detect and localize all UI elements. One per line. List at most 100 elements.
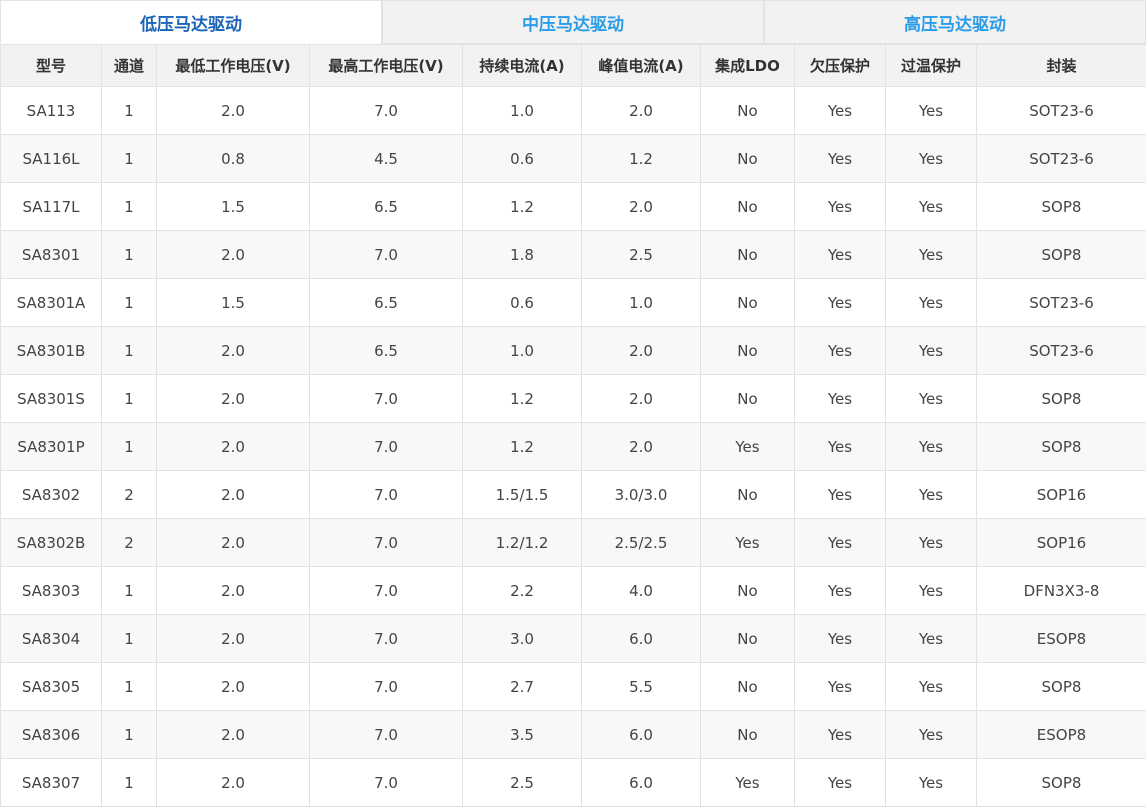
table-header: 型号 通道 最低工作电压(V) 最高工作电压(V) 持续电流(A) 峰值电流(A) 集成LD… bbox=[0, 44, 1146, 87]
table-cell: SA8307 bbox=[0, 758, 102, 807]
table-cell: No bbox=[700, 182, 795, 231]
table-cell: Yes bbox=[700, 758, 795, 807]
table-cell: Yes bbox=[794, 134, 886, 183]
table-cell: 6.5 bbox=[309, 182, 463, 231]
table-cell: 2.7 bbox=[462, 662, 582, 711]
tab-low-voltage-motor-driver[interactable]: 低压马达驱动 bbox=[0, 0, 382, 44]
table-cell: 1 bbox=[101, 182, 157, 231]
table-cell: 2.0 bbox=[156, 470, 310, 519]
table-cell: 2.0 bbox=[581, 182, 701, 231]
table-cell: 7.0 bbox=[309, 374, 463, 423]
table-cell: 2.0 bbox=[156, 326, 310, 375]
table-cell: No bbox=[700, 470, 795, 519]
table-cell: SA116L bbox=[0, 134, 102, 183]
table-cell: 1.2 bbox=[462, 422, 582, 471]
table-cell: 1 bbox=[101, 614, 157, 663]
table-cell: 6.0 bbox=[581, 710, 701, 759]
table-cell: Yes bbox=[885, 710, 977, 759]
table-row: SA113 1 2.0 7.0 1.0 2.0 No Yes Yes SOT23-6 bbox=[0, 86, 1146, 135]
table-cell: 7.0 bbox=[309, 614, 463, 663]
table-cell: SA8301 bbox=[0, 230, 102, 279]
table-cell: 2.5/2.5 bbox=[581, 518, 701, 567]
table-cell: Yes bbox=[794, 278, 886, 327]
table-cell: Yes bbox=[794, 422, 886, 471]
table-cell: 1.2 bbox=[581, 134, 701, 183]
table-cell: 1 bbox=[101, 566, 157, 615]
column-header: 最高工作电压(V) bbox=[309, 44, 463, 87]
table-cell: Yes bbox=[794, 86, 886, 135]
table-cell: 4.5 bbox=[309, 134, 463, 183]
table-cell: SOP16 bbox=[976, 470, 1146, 519]
table-cell: 1.0 bbox=[462, 86, 582, 135]
table-row: SA8304 1 2.0 7.0 3.0 6.0 No Yes Yes ESOP8 bbox=[0, 614, 1146, 663]
table-cell: No bbox=[700, 662, 795, 711]
table-cell: 1 bbox=[101, 374, 157, 423]
table-cell: DFN3X3-8 bbox=[976, 566, 1146, 615]
column-header: 峰值电流(A) bbox=[581, 44, 701, 87]
column-header: 欠压保护 bbox=[794, 44, 886, 87]
table-cell: No bbox=[700, 566, 795, 615]
table-cell: 3.0 bbox=[462, 614, 582, 663]
table-cell: Yes bbox=[794, 758, 886, 807]
table-row: SA8301P 1 2.0 7.0 1.2 2.0 Yes Yes Yes SOP8 bbox=[0, 422, 1146, 471]
table-cell: 7.0 bbox=[309, 230, 463, 279]
table-cell: 6.0 bbox=[581, 614, 701, 663]
table-cell: SA8303 bbox=[0, 566, 102, 615]
table-row: SA8301 1 2.0 7.0 1.8 2.5 No Yes Yes SOP8 bbox=[0, 230, 1146, 279]
table-cell: 2 bbox=[101, 470, 157, 519]
table-cell: 2.0 bbox=[156, 230, 310, 279]
table-cell: 1 bbox=[101, 758, 157, 807]
table-cell: Yes bbox=[794, 230, 886, 279]
table-cell: SOP8 bbox=[976, 662, 1146, 711]
table-cell: 4.0 bbox=[581, 566, 701, 615]
column-header: 型号 bbox=[0, 44, 102, 87]
table-cell: 2.2 bbox=[462, 566, 582, 615]
table-cell: 1.8 bbox=[462, 230, 582, 279]
table-row: SA8301A 1 1.5 6.5 0.6 1.0 No Yes Yes SOT23-6 bbox=[0, 278, 1146, 327]
tab-high-voltage-motor-driver[interactable]: 高压马达驱动 bbox=[764, 0, 1146, 44]
column-header: 集成LDO bbox=[700, 44, 795, 87]
table-cell: 1 bbox=[101, 662, 157, 711]
table-cell: No bbox=[700, 710, 795, 759]
table-cell: Yes bbox=[885, 374, 977, 423]
product-table: 型号 通道 最低工作电压(V) 最高工作电压(V) 持续电流(A) 峰值电流(A) 集成LD… bbox=[0, 44, 1146, 807]
column-header: 过温保护 bbox=[885, 44, 977, 87]
table-cell: SA8302B bbox=[0, 518, 102, 567]
table-cell: 7.0 bbox=[309, 758, 463, 807]
table-cell: 1 bbox=[101, 134, 157, 183]
table-cell: Yes bbox=[794, 662, 886, 711]
table-cell: 2.0 bbox=[156, 518, 310, 567]
table-cell: Yes bbox=[885, 86, 977, 135]
table-cell: No bbox=[700, 374, 795, 423]
table-cell: Yes bbox=[794, 182, 886, 231]
table-cell: 2.0 bbox=[156, 758, 310, 807]
table-cell: 1 bbox=[101, 326, 157, 375]
table-cell: SA8306 bbox=[0, 710, 102, 759]
table-cell: 7.0 bbox=[309, 566, 463, 615]
table-cell: SA8302 bbox=[0, 470, 102, 519]
table-cell: 7.0 bbox=[309, 422, 463, 471]
table-cell: SA8304 bbox=[0, 614, 102, 663]
tab-mid-voltage-motor-driver[interactable]: 中压马达驱动 bbox=[382, 0, 764, 44]
table-cell: 7.0 bbox=[309, 86, 463, 135]
table-cell: Yes bbox=[885, 518, 977, 567]
column-header: 持续电流(A) bbox=[462, 44, 582, 87]
table-cell: No bbox=[700, 134, 795, 183]
table-cell: SOP8 bbox=[976, 374, 1146, 423]
table-row: SA8301S 1 2.0 7.0 1.2 2.0 No Yes Yes SOP8 bbox=[0, 374, 1146, 423]
table-cell: 2.0 bbox=[581, 422, 701, 471]
table-cell: No bbox=[700, 278, 795, 327]
table-cell: 1 bbox=[101, 422, 157, 471]
table-cell: 1.2/1.2 bbox=[462, 518, 582, 567]
table-cell: Yes bbox=[885, 422, 977, 471]
table-cell: 2.5 bbox=[462, 758, 582, 807]
table-cell: 0.8 bbox=[156, 134, 310, 183]
table-cell: Yes bbox=[885, 662, 977, 711]
table-cell: 1.2 bbox=[462, 182, 582, 231]
table-cell: 1 bbox=[101, 278, 157, 327]
table-cell: 2.0 bbox=[156, 374, 310, 423]
table-cell: 0.6 bbox=[462, 278, 582, 327]
table-cell: Yes bbox=[794, 566, 886, 615]
table-cell: Yes bbox=[794, 374, 886, 423]
table-cell: Yes bbox=[885, 182, 977, 231]
